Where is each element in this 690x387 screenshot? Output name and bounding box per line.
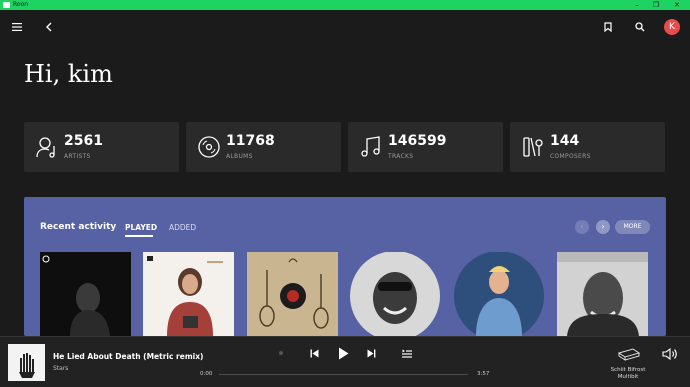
menu-icon[interactable] bbox=[10, 10, 24, 44]
stat-artists-label: ARTISTS bbox=[64, 153, 91, 160]
play-icon[interactable] bbox=[338, 347, 349, 360]
greeting-heading: Hi, kim bbox=[24, 60, 113, 88]
stat-composers-label: COMPOSERS bbox=[550, 153, 591, 160]
previous-track-icon[interactable] bbox=[310, 349, 319, 358]
next-button[interactable]: › bbox=[596, 220, 610, 234]
album-cover[interactable] bbox=[143, 252, 234, 336]
more-button[interactable]: MORE bbox=[615, 220, 650, 234]
album-cover[interactable] bbox=[454, 252, 545, 336]
search-icon[interactable] bbox=[633, 10, 647, 44]
stat-albums-label: ALBUMS bbox=[226, 153, 253, 160]
user-avatar[interactable]: K bbox=[664, 10, 680, 44]
stat-artists-value: 2561 bbox=[64, 133, 103, 149]
album-icon bbox=[198, 136, 220, 158]
stat-tracks-value: 146599 bbox=[388, 133, 447, 149]
album-cover[interactable] bbox=[40, 252, 131, 336]
stat-tracks-label: TRACKS bbox=[388, 153, 414, 160]
window-title: Roon bbox=[13, 1, 29, 8]
duration-time: 3:57 bbox=[477, 371, 490, 377]
artist-icon bbox=[36, 137, 55, 158]
device-icon[interactable] bbox=[617, 347, 641, 361]
stat-albums[interactable]: 11768 ALBUMS bbox=[186, 122, 341, 172]
album-cover[interactable] bbox=[557, 252, 648, 336]
app-icon bbox=[3, 2, 10, 8]
album-cover[interactable] bbox=[350, 252, 441, 336]
recent-activity-panel: Recent activity PLAYED ADDED ‹ › MORE bbox=[24, 197, 666, 336]
stat-albums-value: 11768 bbox=[226, 133, 275, 149]
player-bar: He Lied About Death (Metric remix) Stars… bbox=[0, 336, 690, 387]
radio-dot-icon[interactable] bbox=[279, 351, 283, 355]
stat-tracks[interactable]: 146599 TRACKS bbox=[348, 122, 503, 172]
composer-icon bbox=[523, 137, 543, 157]
volume-icon[interactable] bbox=[662, 348, 678, 360]
album-cover[interactable] bbox=[247, 252, 338, 336]
queue-icon[interactable] bbox=[402, 349, 412, 358]
music-note-icon bbox=[361, 136, 380, 157]
top-bar: K bbox=[0, 10, 690, 44]
window-titlebar: Roon – ❐ ✕ bbox=[0, 0, 690, 10]
maximize-button[interactable]: ❐ bbox=[651, 0, 661, 10]
bookmark-icon[interactable] bbox=[601, 10, 615, 44]
now-playing-art[interactable] bbox=[8, 344, 45, 381]
stat-composers-value: 144 bbox=[550, 133, 580, 149]
tab-added[interactable]: ADDED bbox=[169, 223, 196, 232]
progress-bar[interactable] bbox=[219, 374, 468, 375]
back-arrow-icon[interactable] bbox=[42, 10, 56, 44]
next-track-icon[interactable] bbox=[367, 349, 376, 358]
now-playing-title[interactable]: He Lied About Death (Metric remix) bbox=[53, 352, 204, 361]
tab-played[interactable]: PLAYED bbox=[125, 223, 157, 232]
stat-composers[interactable]: 144 COMPOSERS bbox=[510, 122, 665, 172]
zone-name[interactable]: Schiit Bifrost Multibit bbox=[608, 367, 648, 381]
elapsed-time: 0:00 bbox=[200, 371, 213, 377]
recent-activity-title: Recent activity bbox=[40, 222, 117, 232]
close-window-button[interactable]: ✕ bbox=[672, 0, 682, 10]
minimize-button[interactable]: – bbox=[632, 0, 642, 10]
now-playing-artist[interactable]: Stars bbox=[53, 365, 68, 372]
stat-artists[interactable]: 2561 ARTISTS bbox=[24, 122, 179, 172]
previous-button[interactable]: ‹ bbox=[575, 220, 589, 234]
tab-played-underline bbox=[125, 235, 153, 237]
